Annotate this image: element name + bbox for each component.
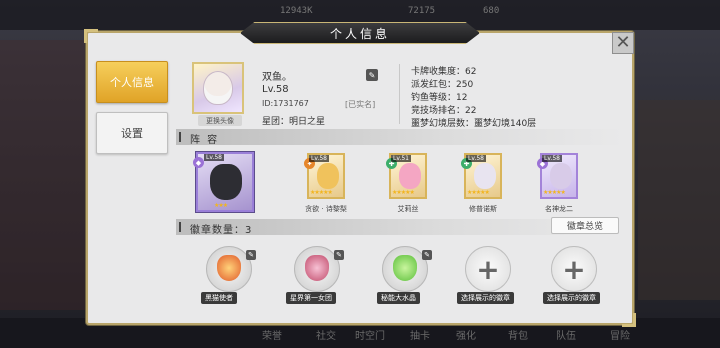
edit-badge-icon[interactable]: ✎ bbox=[334, 250, 344, 260]
plus-icon: + bbox=[465, 246, 511, 292]
nav-timegate[interactable]: 时空门 bbox=[355, 327, 385, 342]
character-level: Lv.51 bbox=[391, 155, 411, 162]
player-nickname: 双鱼。 bbox=[262, 72, 292, 83]
avatar-portrait bbox=[203, 71, 233, 105]
crystal-badge-icon bbox=[393, 255, 417, 281]
background-right-area bbox=[638, 100, 720, 300]
close-icon: ✕ bbox=[615, 32, 631, 53]
character-level: Lv.58 bbox=[204, 154, 224, 161]
dialog-title-bar: 个人信息 bbox=[240, 22, 480, 44]
character-level: Lv.58 bbox=[542, 155, 562, 162]
change-avatar-button[interactable]: 更换头像 bbox=[198, 115, 242, 126]
resource-gems: 72175 bbox=[408, 6, 436, 16]
nav-enhance[interactable]: 强化 bbox=[456, 327, 476, 342]
empty-badge-slot[interactable]: + bbox=[545, 246, 605, 292]
panel-corner-decoration bbox=[622, 313, 636, 327]
avatar[interactable] bbox=[192, 62, 244, 114]
stat-arena-rank: 竞技场排名：22 bbox=[411, 106, 477, 116]
nav-team[interactable]: 队伍 bbox=[556, 327, 576, 342]
badge-slot[interactable]: ✎ bbox=[288, 246, 348, 292]
star-rating: ★★★★★ bbox=[467, 189, 490, 196]
realname-status: [已实名] bbox=[345, 100, 376, 109]
nav-bag[interactable]: 背包 bbox=[508, 327, 528, 342]
edit-badge-icon[interactable]: ✎ bbox=[422, 250, 432, 260]
empty-badge-slot[interactable]: + bbox=[459, 246, 519, 292]
lineup-member-card[interactable]: ◆ Lv.58 ★★★★★ bbox=[537, 153, 578, 199]
section-marker bbox=[179, 222, 181, 232]
dialog-title: 个人信息 bbox=[329, 26, 390, 41]
character-name: 名神龙二 bbox=[545, 205, 573, 213]
element-icon: ◆ bbox=[193, 157, 204, 168]
character-portrait bbox=[474, 163, 496, 189]
star-rating: ★★★ bbox=[214, 202, 228, 209]
profile-divider bbox=[399, 64, 400, 124]
character-portrait bbox=[210, 164, 242, 200]
nav-social[interactable]: 社交 bbox=[316, 327, 336, 342]
nav-honor[interactable]: 荣誉 bbox=[262, 327, 282, 342]
panel-corner-decoration bbox=[84, 29, 98, 43]
nav-gacha[interactable]: 抽卡 bbox=[410, 327, 430, 342]
badge-slot[interactable]: ✎ bbox=[200, 246, 260, 292]
badge-name: 选择展示的徽章 bbox=[457, 292, 514, 304]
lineup-section-header: 阵 容 bbox=[176, 129, 624, 146]
character-name: 贪欲 · 诗黎梨 bbox=[305, 205, 347, 213]
badge-name: 黑猫使者 bbox=[201, 292, 237, 304]
character-portrait bbox=[317, 163, 339, 189]
character-level: Lv.58 bbox=[466, 155, 486, 162]
badge-slot[interactable]: ✎ bbox=[376, 246, 436, 292]
background-left-area bbox=[0, 40, 85, 310]
star-rating: ★★★★★ bbox=[310, 189, 333, 196]
plus-icon: + bbox=[551, 246, 597, 292]
character-portrait bbox=[550, 163, 572, 189]
player-guild: 星团：明日之星 bbox=[262, 117, 326, 127]
stat-fishing-level: 钓鱼等级：12 bbox=[411, 93, 468, 103]
lineup-leader-card[interactable]: ◆ Lv.58 ★★★ bbox=[193, 152, 254, 212]
tab-settings[interactable]: 设置 bbox=[96, 112, 168, 154]
badge-count: 徽章数量：3 bbox=[190, 225, 253, 236]
resource-tickets: 680 bbox=[483, 6, 500, 16]
stat-nightmare-floor: 噩梦幻境层数：噩梦幻境140层 bbox=[411, 119, 537, 129]
stat-card-collection: 卡牌收集度：62 bbox=[411, 67, 477, 77]
badge-name: 选择展示的徽章 bbox=[543, 292, 600, 304]
stat-red-packets: 派发红包：250 bbox=[411, 80, 474, 90]
edit-nickname-icon[interactable]: ✎ bbox=[366, 69, 378, 81]
player-id: ID:1731767 bbox=[262, 99, 309, 108]
star-badge-icon bbox=[305, 255, 329, 281]
badge-name: 星界第一女团 bbox=[286, 292, 336, 304]
edit-badge-icon[interactable]: ✎ bbox=[246, 250, 256, 260]
character-name: 艾莉丝 bbox=[397, 205, 419, 213]
character-level: Lv.58 bbox=[309, 155, 329, 162]
lineup-title: 阵 容 bbox=[190, 135, 220, 146]
tab-label: 个人信息 bbox=[110, 76, 154, 89]
heart-badge-icon bbox=[217, 255, 241, 281]
lineup-member-card[interactable]: ✚ Lv.58 ★★★★★ bbox=[461, 153, 502, 199]
badge-overview-button[interactable]: 徽章总览 bbox=[551, 217, 619, 234]
character-name: 修普诺斯 bbox=[469, 205, 497, 213]
star-rating: ★★★★★ bbox=[543, 189, 566, 196]
tab-profile-info[interactable]: 个人信息 bbox=[96, 61, 168, 103]
tab-label: 设置 bbox=[121, 127, 143, 140]
lineup-member-card[interactable]: ✦ Lv.58 ★★★★★ bbox=[304, 153, 345, 199]
resource-gold: 12943K bbox=[280, 6, 313, 16]
lineup-member-card[interactable]: ✚ Lv.51 ★★★★★ bbox=[386, 153, 427, 199]
badge-name: 秘能大水晶 bbox=[377, 292, 420, 304]
player-level: Lv.58 bbox=[262, 84, 289, 95]
nav-adventure[interactable]: 冒险 bbox=[610, 327, 630, 342]
close-button[interactable]: ✕ bbox=[612, 32, 634, 54]
section-marker bbox=[179, 132, 181, 142]
star-rating: ★★★★★ bbox=[392, 189, 415, 196]
character-portrait bbox=[399, 163, 421, 189]
